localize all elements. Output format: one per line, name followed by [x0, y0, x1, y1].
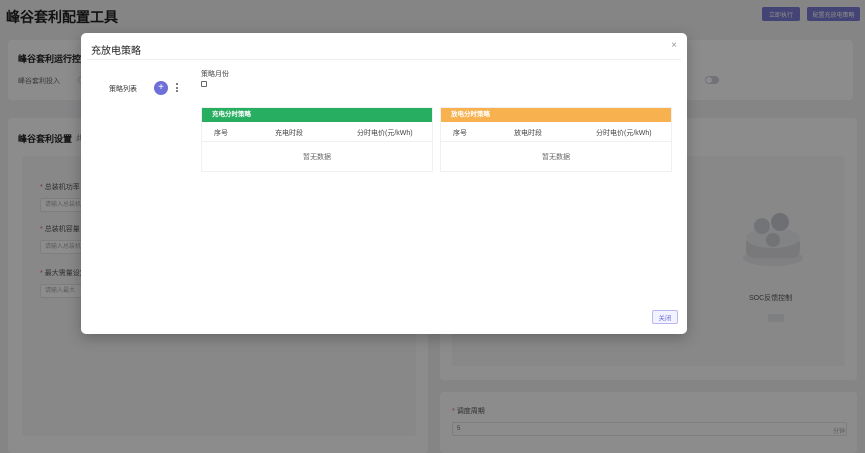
column-index: 序号 — [214, 130, 228, 137]
add-strategy-button[interactable]: + — [154, 81, 168, 95]
charge-strategy-table: 充电分时策略 序号 充电时段 分时电价(元/kWh) 暂无数据 — [201, 107, 433, 172]
discharge-table-header: 放电分时策略 — [441, 108, 671, 122]
strategy-month-label: 策略月份 — [201, 71, 229, 78]
month-checkbox[interactable] — [201, 81, 207, 87]
more-vertical-icon[interactable] — [174, 82, 180, 94]
strategy-list-label: 策略列表 — [109, 86, 137, 93]
modal-title: 充放电策略 — [91, 46, 141, 57]
discharge-empty-text: 暂无数据 — [542, 154, 570, 161]
strategy-modal: 充放电策略 × 策略列表 + 策略月份 充电分时策略 序号 充电时段 分时电价(… — [81, 33, 687, 334]
modal-body: 策略列表 + 策略月份 充电分时策略 序号 充电时段 分时电价(元/kWh) 暂… — [87, 59, 681, 301]
close-button[interactable]: 关闭 — [652, 310, 678, 324]
discharge-table-columns: 序号 放电时段 分时电价(元/kWh) — [441, 122, 671, 142]
column-price: 分时电价(元/kWh) — [357, 130, 413, 137]
charge-table-columns: 序号 充电时段 分时电价(元/kWh) — [202, 122, 432, 142]
column-index: 序号 — [453, 130, 467, 137]
column-charge-period: 充电时段 — [275, 130, 303, 137]
charge-empty-text: 暂无数据 — [303, 154, 331, 161]
modal-body-background — [87, 60, 681, 301]
column-discharge-period: 放电时段 — [514, 130, 542, 137]
discharge-strategy-table: 放电分时策略 序号 放电时段 分时电价(元/kWh) 暂无数据 — [440, 107, 672, 172]
column-price: 分时电价(元/kWh) — [596, 130, 652, 137]
charge-table-header: 充电分时策略 — [202, 108, 432, 122]
close-icon[interactable]: × — [669, 41, 679, 51]
